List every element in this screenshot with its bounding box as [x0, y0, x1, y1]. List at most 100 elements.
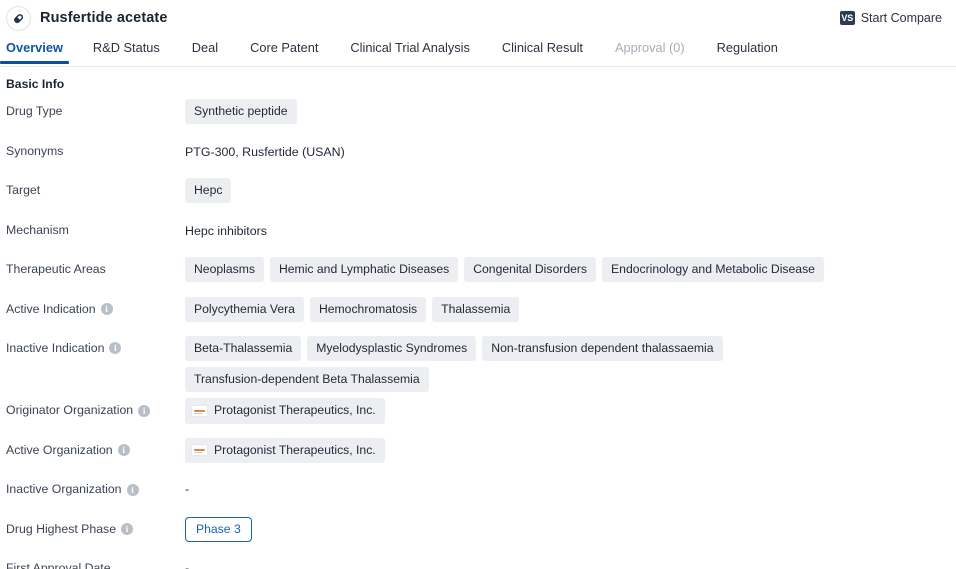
tab-core-patent[interactable]: Core Patent: [234, 36, 334, 64]
tab-regulation[interactable]: Regulation: [701, 36, 794, 64]
tag-label: Endocrinology and Metabolic Disease: [611, 262, 815, 276]
row-label-target: Target: [6, 172, 185, 196]
info-row: MechanismHepc inhibitors: [6, 212, 956, 252]
row-label-therapeutic-areas: Therapeutic Areas: [6, 251, 185, 275]
tag-label: Synthetic peptide: [194, 104, 288, 118]
info-row-list: Drug Type Synthetic peptide Synonyms PTG-30…: [6, 93, 956, 569]
tag-label: Congenital Disorders: [473, 262, 587, 276]
organization-tag[interactable]: Protagonist Therapeutics, Inc.: [185, 438, 385, 463]
value-tag[interactable]: Hemochromatosis: [310, 297, 426, 322]
row-label-active-indication: Active Indication i: [6, 291, 185, 315]
info-icon[interactable]: i: [127, 484, 139, 496]
value-tag[interactable]: Polycythemia Vera: [185, 297, 304, 322]
section-title-basic-info: Basic Info: [6, 67, 956, 93]
info-row: Inactive Organization i -: [6, 471, 956, 511]
tab-clinical-trial-analysis[interactable]: Clinical Trial Analysis: [334, 36, 485, 64]
value-tag[interactable]: Neoplasms: [185, 257, 264, 282]
info-icon[interactable]: i: [121, 523, 133, 535]
row-label-text: Drug Highest Phase: [6, 523, 116, 535]
row-value-active-organization: Protagonist Therapeutics, Inc.: [185, 432, 956, 463]
tab-clinical-result[interactable]: Clinical Result: [486, 36, 599, 64]
info-icon[interactable]: i: [118, 444, 130, 456]
info-row: Synonyms PTG-300, Rusfertide (USAN): [6, 133, 956, 173]
tab-deal[interactable]: Deal: [176, 36, 234, 64]
row-value-originator-organization: Protagonist Therapeutics, Inc.: [185, 392, 956, 423]
row-value-drug-highest-phase: Phase 3: [185, 511, 956, 542]
row-label-first-approval-date: First Approval Date: [6, 550, 185, 569]
row-label-active-organization: Active Organization i: [6, 432, 185, 456]
vs-icon: VS: [840, 11, 855, 25]
row-value-inactive-organization: -: [185, 471, 956, 496]
row-label-originator-organization: Originator Organization i: [6, 392, 185, 416]
value-tag[interactable]: Endocrinology and Metabolic Disease: [602, 257, 824, 282]
row-label-drug-highest-phase: Drug Highest Phase i: [6, 511, 185, 535]
info-row: Originator Organization i Protagonist Ther…: [6, 392, 956, 432]
tab-rd-status[interactable]: R&D Status: [77, 36, 176, 64]
row-label-drug-type: Drug Type: [6, 93, 185, 117]
row-label-text: Synonyms: [6, 145, 63, 157]
row-label-text: Inactive Indication: [6, 342, 104, 354]
value-tag[interactable]: Transfusion-dependent Beta Thalassemia: [185, 367, 429, 392]
row-label-text: Drug Type: [6, 105, 63, 117]
tag-label: Transfusion-dependent Beta Thalassemia: [194, 372, 420, 386]
drug-phase-badge[interactable]: Phase 3: [185, 517, 252, 542]
info-row: Drug Highest Phase i Phase 3: [6, 511, 956, 551]
info-row: Active Indication i Polycythemia Vera Hemoc…: [6, 291, 956, 331]
info-row: Therapeutic Areas Neoplasms Hemic and Lymp…: [6, 251, 956, 291]
row-label-synonyms: Synonyms: [6, 133, 185, 157]
tag-label: Hemic and Lymphatic Diseases: [279, 262, 449, 276]
info-icon[interactable]: i: [138, 405, 150, 417]
tag-label: Beta-Thalassemia: [194, 341, 292, 355]
value-tag[interactable]: Hepc: [185, 178, 231, 203]
row-value-first-approval-date: -: [185, 550, 956, 569]
value-tag[interactable]: Beta-Thalassemia: [185, 336, 301, 361]
app-header: Rusfertide acetate VS Start Compare: [0, 0, 956, 36]
empty-value: -: [185, 556, 189, 569]
row-value-therapeutic-areas: Neoplasms Hemic and Lymphatic Diseases Con…: [185, 251, 956, 282]
tag-label: Non-transfusion dependent thalassaemia: [491, 341, 713, 355]
tag-label: Polycythemia Vera: [194, 302, 295, 316]
value-tag[interactable]: Congenital Disorders: [464, 257, 596, 282]
tag-label: Protagonist Therapeutics, Inc.: [214, 444, 376, 456]
row-label-mechanism: Mechanism: [6, 212, 185, 236]
value-tag[interactable]: Myelodysplastic Syndromes: [307, 336, 476, 361]
value-tag[interactable]: Thalassemia: [432, 297, 519, 322]
plain-text-value: Hepc inhibitors: [185, 218, 267, 239]
tab-bar: Overview R&D Status Deal Core Patent Cli…: [0, 36, 956, 67]
info-row: Active Organization i Protagonist Therapeu…: [6, 432, 956, 472]
row-label-text: Therapeutic Areas: [6, 263, 106, 275]
row-value-target: Hepc: [185, 172, 956, 203]
company-logo-icon: [191, 405, 208, 417]
row-label-inactive-organization: Inactive Organization i: [6, 471, 185, 495]
info-icon[interactable]: i: [101, 303, 113, 315]
tag-label: Thalassemia: [441, 302, 510, 316]
tag-label: Protagonist Therapeutics, Inc.: [214, 404, 376, 416]
tag-label: Hemochromatosis: [319, 302, 417, 316]
empty-value: -: [185, 477, 189, 496]
row-label-text: Originator Organization: [6, 404, 133, 416]
tab-approval: Approval (0): [599, 36, 701, 64]
value-tag[interactable]: Hemic and Lymphatic Diseases: [270, 257, 458, 282]
row-value-inactive-indication: Beta-Thalassemia Myelodysplastic Syndrome…: [185, 330, 956, 392]
tab-overview[interactable]: Overview: [0, 36, 77, 64]
drug-title-group: Rusfertide acetate: [6, 6, 168, 31]
row-label-text: Active Organization: [6, 444, 113, 456]
row-value-drug-type: Synthetic peptide: [185, 93, 956, 124]
value-tag[interactable]: Non-transfusion dependent thalassaemia: [482, 336, 722, 361]
row-label-text: Target: [6, 184, 40, 196]
info-row: Drug Type Synthetic peptide: [6, 93, 956, 133]
row-label-text: Inactive Organization: [6, 483, 122, 495]
plain-text-value: PTG-300, Rusfertide (USAN): [185, 139, 345, 160]
info-row: Inactive Indication i Beta-Thalassemia Myel…: [6, 330, 956, 392]
row-label-text: First Approval Date: [6, 562, 111, 569]
page-title: Rusfertide acetate: [40, 10, 168, 26]
row-label-text: Active Indication: [6, 303, 96, 315]
start-compare-button[interactable]: VS Start Compare: [840, 11, 942, 25]
organization-tag[interactable]: Protagonist Therapeutics, Inc.: [185, 398, 385, 423]
info-icon[interactable]: i: [109, 342, 121, 354]
basic-info-panel: Basic Info Drug Type Synthetic peptide Syn…: [0, 67, 956, 569]
row-value-mechanism: Hepc inhibitors: [185, 212, 956, 239]
row-value-active-indication: Polycythemia Vera Hemochromatosis Thalasse…: [185, 291, 956, 322]
tag-label: Myelodysplastic Syndromes: [316, 341, 467, 355]
value-tag[interactable]: Synthetic peptide: [185, 99, 297, 124]
